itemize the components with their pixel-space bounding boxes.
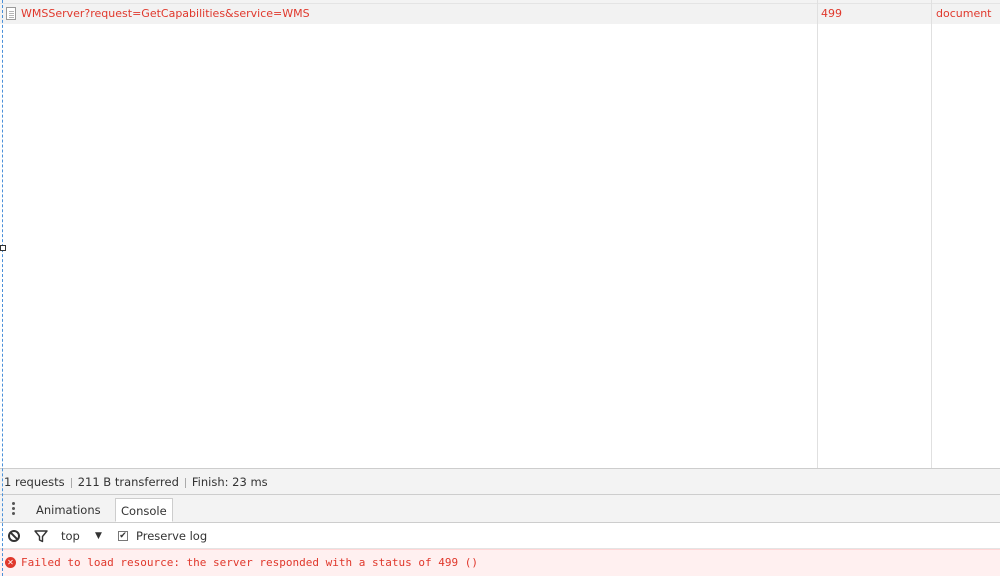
kebab-menu-icon[interactable] [12,502,15,516]
request-name-cell[interactable]: WMSServer?request=GetCapabilities&servic… [21,4,811,24]
tab-animations[interactable]: Animations [31,498,106,522]
clear-console-icon[interactable] [8,530,20,542]
timeline-marker-line [2,0,3,576]
request-status-cell: 499 [821,7,842,20]
network-request-table: WMSServer?request=GetCapabilities&servic… [0,0,1000,468]
document-icon [6,7,16,20]
console-message-text[interactable]: Failed to load resource: the server resp… [21,550,478,575]
summary-separator [184,477,186,488]
summary-separator [70,477,72,488]
request-type-cell: document [936,7,992,20]
console-message-error: ✕ Failed to load resource: the server re… [0,549,1000,576]
table-row[interactable]: WMSServer?request=GetCapabilities&servic… [0,4,1000,24]
summary-finish: Finish: 23 ms [191,475,268,489]
preserve-log-label[interactable]: Preserve log [136,523,207,549]
chevron-down-icon[interactable]: ▼ [95,523,102,549]
error-icon: ✕ [5,557,16,568]
column-divider-status[interactable] [817,0,818,468]
summary-requests: 1 requests [4,475,65,489]
summary-transferred: 211 B transferred [77,475,179,489]
preserve-log-checkbox[interactable]: ✔ [118,531,128,541]
tab-console[interactable]: Console [115,498,173,522]
filter-icon[interactable] [34,523,48,549]
resize-handle[interactable] [0,245,6,251]
drawer-tab-bar: Animations Console [0,495,1000,523]
devtools-window: WMSServer?request=GetCapabilities&servic… [0,0,1000,576]
context-selector[interactable]: top [61,523,80,549]
console-toolbar: top ▼ ✔ Preserve log [0,523,1000,549]
network-summary-bar: 1 requests 211 B transferred Finish: 23 ms [0,468,1000,495]
column-divider-type[interactable] [931,0,932,468]
